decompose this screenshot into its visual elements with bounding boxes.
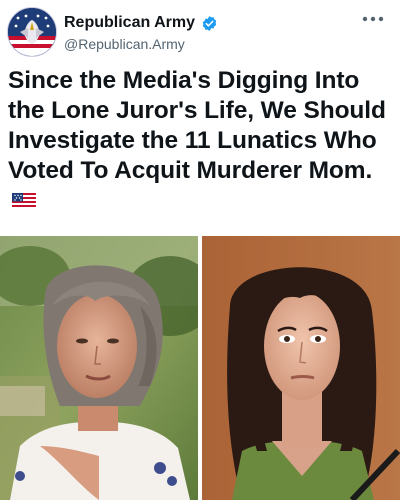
avatar[interactable] (7, 7, 57, 57)
display-name[interactable]: Republican Army (64, 14, 195, 32)
verified-badge-icon (202, 15, 217, 31)
left-photo-illustration (0, 236, 198, 500)
eagle-flag-avatar-icon (8, 8, 56, 56)
name-row: Republican Army (64, 14, 218, 32)
us-flag-icon (12, 193, 36, 209)
post-media[interactable] (0, 236, 400, 500)
young-woman-courtroom-photo[interactable] (202, 236, 400, 500)
more-options-icon[interactable] (362, 12, 384, 26)
post-header: Republican Army @Republican.Army (0, 0, 400, 62)
post-body-text: Since the Media's Digging Into the Lone … (8, 67, 386, 184)
post-text: Since the Media's Digging Into the Lone … (8, 66, 396, 216)
right-photo-illustration (202, 236, 400, 500)
older-woman-outdoors-photo[interactable] (0, 236, 198, 500)
account-handle[interactable]: @Republican.Army (64, 36, 185, 52)
